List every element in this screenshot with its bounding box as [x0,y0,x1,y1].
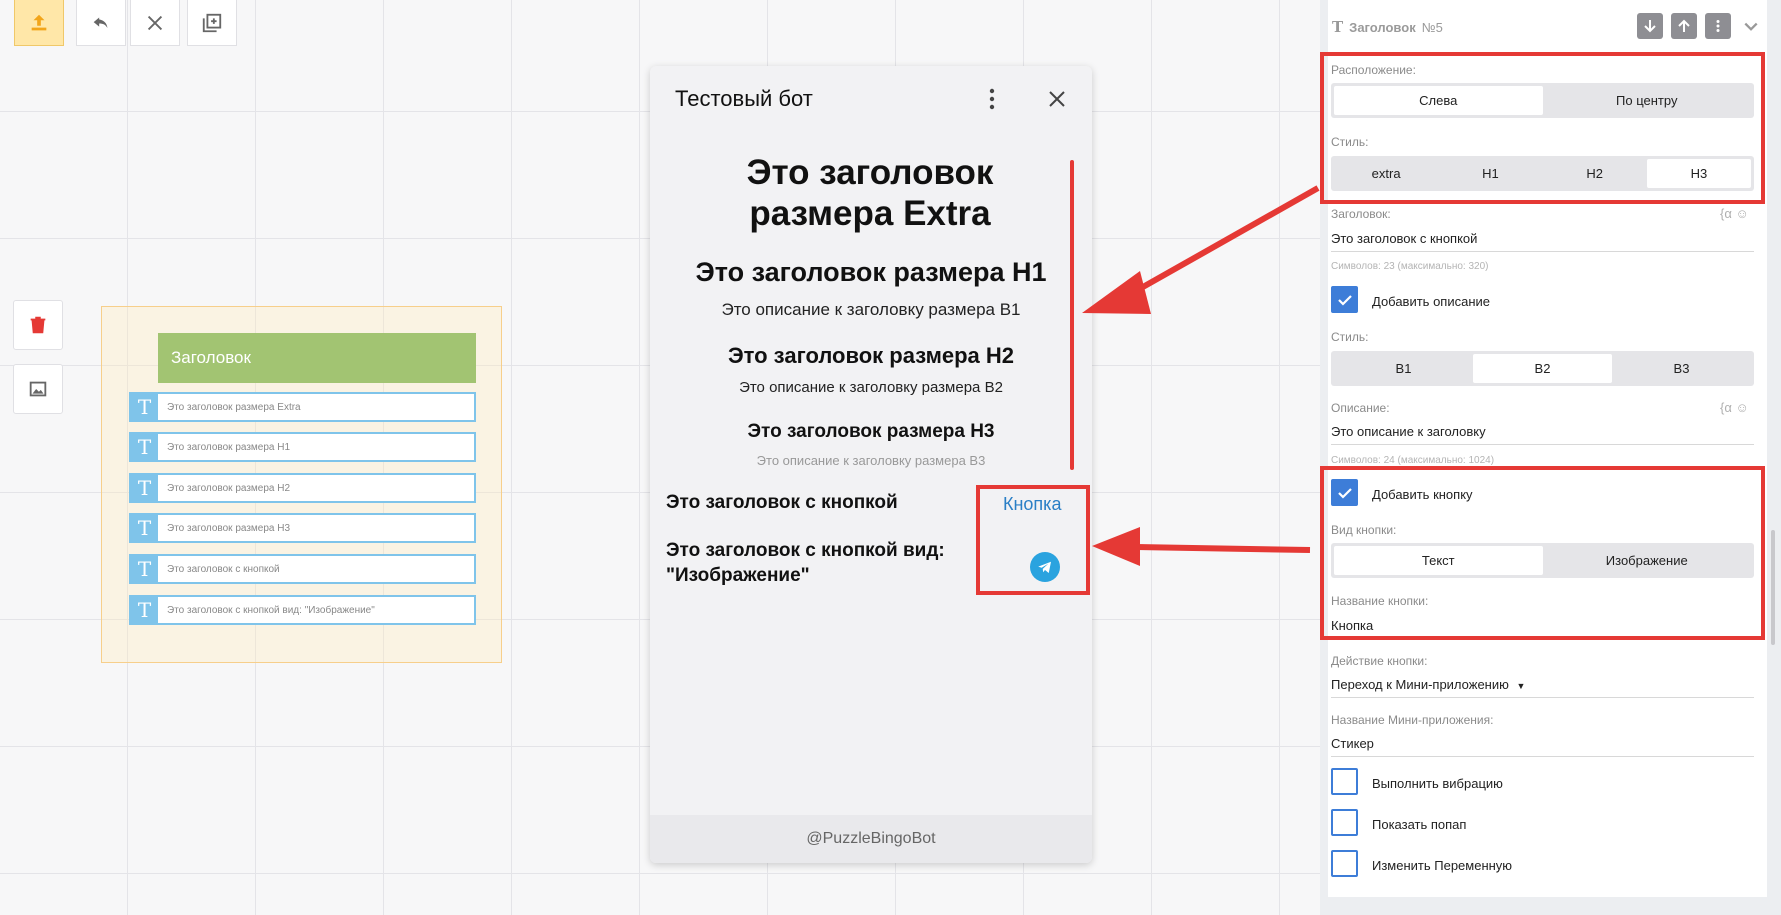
add-copy-button[interactable] [187,0,237,46]
block-row[interactable]: T Это заголовок с кнопкой [129,554,476,584]
add-description-label: Добавить описание [1372,294,1490,309]
heading-h2: Это заголовок размера H2 [728,343,1014,368]
desc-style-option-b3[interactable]: B3 [1612,354,1751,383]
text-type-icon: T [131,515,158,541]
more-vertical-icon [1716,20,1720,32]
frame-button[interactable] [13,364,63,414]
description-input-underline [1331,444,1754,445]
undo-button[interactable] [76,0,126,46]
button-action-label: Действие кнопки: [1331,654,1428,668]
row-label: Это заголовок размера Extra [167,401,301,413]
upload-icon [31,14,47,30]
description-label: Описание: [1331,401,1390,415]
close-icon [147,15,163,30]
row-label: Это заголовок размера H2 [167,482,291,494]
miniapp-name-underline [1331,756,1754,757]
desc-style-option-b1[interactable]: B1 [1334,354,1473,383]
heading-char-count: Символов: 23 (максимально: 320) [1331,261,1489,272]
add-description-checkbox[interactable] [1331,286,1358,313]
show-popup-label: Показать попап [1372,817,1467,832]
block-row[interactable]: T Это заголовок размера H3 [129,513,476,543]
change-variable-label: Изменить Переменную [1372,858,1513,873]
row-label: Это заголовок с кнопкой вид: "Изображени… [167,604,375,616]
block-row[interactable]: T Это заголовок размера Extra [129,392,476,422]
heading-label: Заголовок: [1331,207,1391,221]
delete-button[interactable] [13,300,63,350]
move-up-button[interactable] [1671,13,1697,39]
annotation-box-button [1320,466,1765,640]
block-row[interactable]: T Это заголовок с кнопкой вид: "Изображе… [129,595,476,625]
panel-title: T Заголовок №5 [1332,18,1443,36]
panel-title-number: №5 [1421,19,1443,35]
annotation-arrow-style [1118,185,1320,303]
trash-icon [30,316,46,334]
heading-input-underline [1331,251,1754,252]
annotation-arrow-head-style [1082,271,1151,314]
chevron-down-icon[interactable] [1743,19,1759,35]
annotation-arrow-head-button [1092,527,1140,566]
preview-footer: @PuzzleBingoBot [650,815,1092,863]
text-type-icon: T [131,556,158,582]
panel-title-label: Заголовок [1349,19,1416,35]
description-b2: Это описание к заголовку размера B2 [739,379,1003,396]
formatting-icons[interactable]: {α ☺ [1720,400,1749,415]
block-row[interactable]: T Это заголовок размера H2 [129,473,476,503]
heading-h3: Это заголовок размера H3 [747,421,995,442]
upload-button[interactable] [14,0,64,46]
arrow-down-icon [1644,20,1656,33]
vibration-checkbox[interactable] [1331,768,1358,795]
arrow-up-icon [1678,19,1690,32]
dropdown-caret-icon: ▼ [1516,681,1526,691]
image-frame-icon [29,381,47,397]
more-button[interactable] [1705,13,1731,39]
text-type-icon: T [131,475,158,501]
preview-title: Тестовый бот [675,86,813,111]
more-vertical-icon[interactable] [987,88,997,110]
description-style-selector[interactable]: B1 B2 B3 [1331,351,1754,386]
panel-scrollbar[interactable] [1771,530,1775,645]
undo-icon [93,17,108,28]
description-b1: Это описание к заголовку размера B1 [721,300,1021,319]
heading-extra: Это заголовок размера Extra [746,153,994,233]
bot-preview-window: Тестовый бот Это заголовок размера Extra… [650,66,1092,863]
heading-input[interactable]: Это заголовок с кнопкой [1331,231,1751,246]
vibration-label: Выполнить вибрацию [1372,776,1503,791]
button-action-select[interactable]: Переход к Мини-приложению ▼ [1331,677,1751,692]
row-label: Это заголовок размера H3 [167,522,291,534]
close-button[interactable] [130,0,180,46]
text-type-icon: T [1332,18,1344,36]
miniapp-name-input[interactable]: Стикер [1331,736,1751,751]
row-label: Это заголовок с кнопкой [167,563,280,575]
heading-h1: Это заголовок размера H1 [695,257,1047,287]
text-type-icon: T [131,597,158,623]
text-type-icon: T [131,394,158,420]
annotation-arrow-button [1134,544,1311,553]
change-variable-checkbox[interactable] [1331,850,1358,877]
annotation-box-preview-button [976,485,1090,595]
row-label: Это заголовок размера H1 [167,441,291,453]
miniapp-name-label: Название Мини-приложения: [1331,713,1494,727]
heading-with-image-button: Это заголовок с кнопкой вид: "Изображени… [666,540,945,586]
description-char-count: Символов: 24 (максимально: 1024) [1331,455,1495,466]
desc-style-option-b2[interactable]: B2 [1473,354,1612,383]
description-style-label: Стиль: [1331,330,1369,344]
heading-with-button: Это заголовок с кнопкой [666,492,898,513]
annotation-box-layout [1320,52,1765,204]
formatting-icons[interactable]: {α ☺ [1720,206,1749,221]
button-action-value: Переход к Мини-приложению [1331,677,1509,692]
add-copy-icon [202,13,222,32]
description-b3: Это описание к заголовку размера B3 [756,453,986,468]
block-row[interactable]: T Это заголовок размера H1 [129,432,476,462]
move-down-button[interactable] [1637,13,1663,39]
check-icon [1337,294,1352,306]
description-input[interactable]: Это описание к заголовку [1331,424,1751,439]
close-icon[interactable] [1046,88,1068,110]
button-action-underline [1331,697,1754,698]
text-type-icon: T [131,434,158,460]
block-header[interactable]: Заголовок [158,333,476,383]
show-popup-checkbox[interactable] [1331,809,1358,836]
